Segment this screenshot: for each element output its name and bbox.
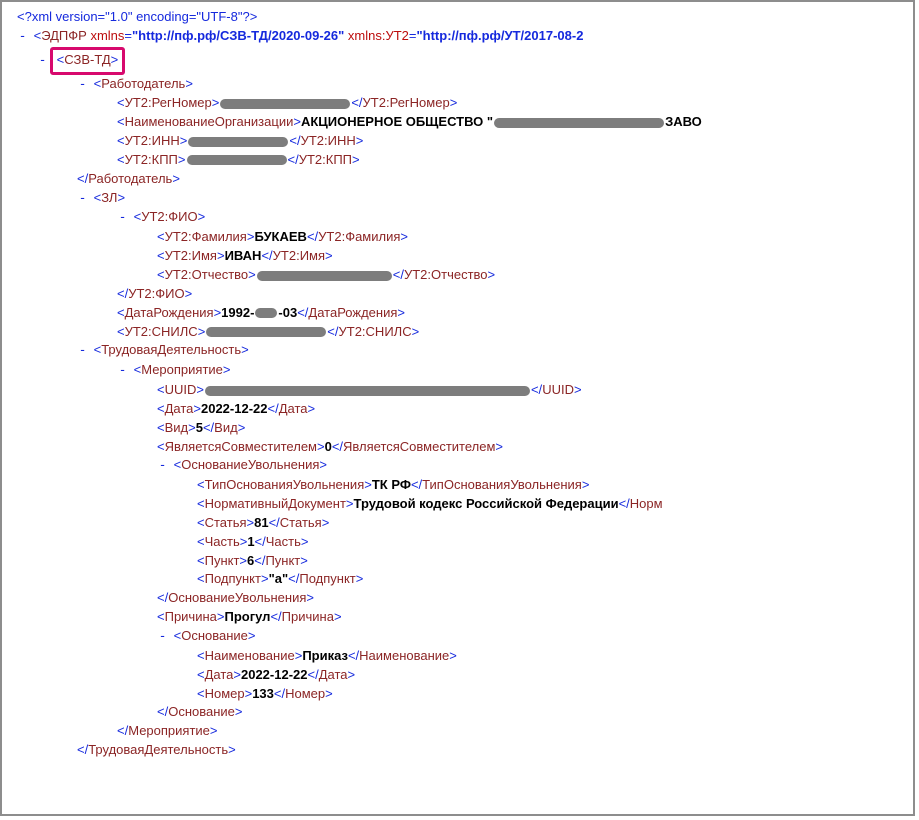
snils: <УТ2:СНИЛС></УТ2:СНИЛС> (12, 323, 907, 342)
collapse-toggle[interactable]: - (157, 457, 168, 476)
collapse-toggle[interactable]: - (77, 190, 88, 209)
xml-viewer: <?xml version="1.0" encoding="UTF-8"?> -… (0, 0, 915, 816)
event-open: - <Мероприятие> (12, 361, 907, 381)
work-activity-close: </ТрудоваяДеятельность> (12, 741, 907, 760)
basis-name: <Наименование>Приказ</Наименование> (12, 647, 907, 666)
patronymic: <УТ2:Отчество></УТ2:Отчество> (12, 266, 907, 285)
article: <Статья>81</Статья> (12, 514, 907, 533)
inn: <УТ2:ИНН></УТ2:ИНН> (12, 132, 907, 151)
collapse-toggle[interactable]: - (77, 342, 88, 361)
normative-doc: <НормативныйДокумент>Трудовой кодекс Рос… (12, 495, 907, 514)
fio-close: </УТ2:ФИО> (12, 285, 907, 304)
surname: <УТ2:Фамилия>БУКАЕВ</УТ2:Фамилия> (12, 228, 907, 247)
basis-open: - <Основание> (12, 627, 907, 647)
kpp: <УТ2:КПП></УТ2:КПП> (12, 151, 907, 170)
root-element: - <ЭДПФР xmlns="http://пф.рф/СЗВ-ТД/2020… (12, 27, 907, 47)
collapse-toggle[interactable]: - (17, 28, 28, 47)
reason: <Причина>Прогул</Причина> (12, 608, 907, 627)
subclause: <Подпункт>"а"</Подпункт> (12, 570, 907, 589)
xml-declaration: <?xml version="1.0" encoding="UTF-8"?> (12, 8, 907, 27)
dismissal-type: <ТипОснованияУвольнения>ТК РФ</ТипОснова… (12, 476, 907, 495)
collapse-toggle[interactable]: - (117, 209, 128, 228)
collapse-toggle[interactable]: - (37, 52, 48, 71)
uuid: <UUID></UUID> (12, 381, 907, 400)
dob: <ДатаРождения>1992--03</ДатаРождения> (12, 304, 907, 323)
type: <Вид>5</Вид> (12, 419, 907, 438)
date: <Дата>2022-12-22</Дата> (12, 400, 907, 419)
clause: <Пункт>6</Пункт> (12, 552, 907, 571)
collapse-toggle[interactable]: - (117, 362, 128, 381)
parttime: <ЯвляетсяСовместителем>0</ЯвляетсяСовмес… (12, 438, 907, 457)
fio-open: - <УТ2:ФИО> (12, 208, 907, 228)
employer-close: </Работодатель> (12, 170, 907, 189)
event-close: </Мероприятие> (12, 722, 907, 741)
work-activity-open: - <ТрудоваяДеятельность> (12, 341, 907, 361)
basis-close: </Основание> (12, 703, 907, 722)
basis-date: <Дата>2022-12-22</Дата> (12, 666, 907, 685)
dismissal-open: - <ОснованиеУвольнения> (12, 456, 907, 476)
employer-open: - <Работодатель> (12, 75, 907, 95)
reg-number: <УТ2:РегНомер></УТ2:РегНомер> (12, 94, 907, 113)
basis-number: <Номер>133</Номер> (12, 685, 907, 704)
dismissal-close: </ОснованиеУвольнения> (12, 589, 907, 608)
szv-td-tag: - <СЗВ-ТД> (12, 47, 907, 75)
collapse-toggle[interactable]: - (77, 76, 88, 95)
highlighted-tag: <СЗВ-ТД> (50, 47, 126, 75)
zl-open: - <ЗЛ> (12, 189, 907, 209)
part: <Часть>1</Часть> (12, 533, 907, 552)
firstname: <УТ2:Имя>ИВАН</УТ2:Имя> (12, 247, 907, 266)
org-name: <НаименованиеОрганизации>АКЦИОНЕРНОЕ ОБЩ… (12, 113, 907, 132)
collapse-toggle[interactable]: - (157, 628, 168, 647)
